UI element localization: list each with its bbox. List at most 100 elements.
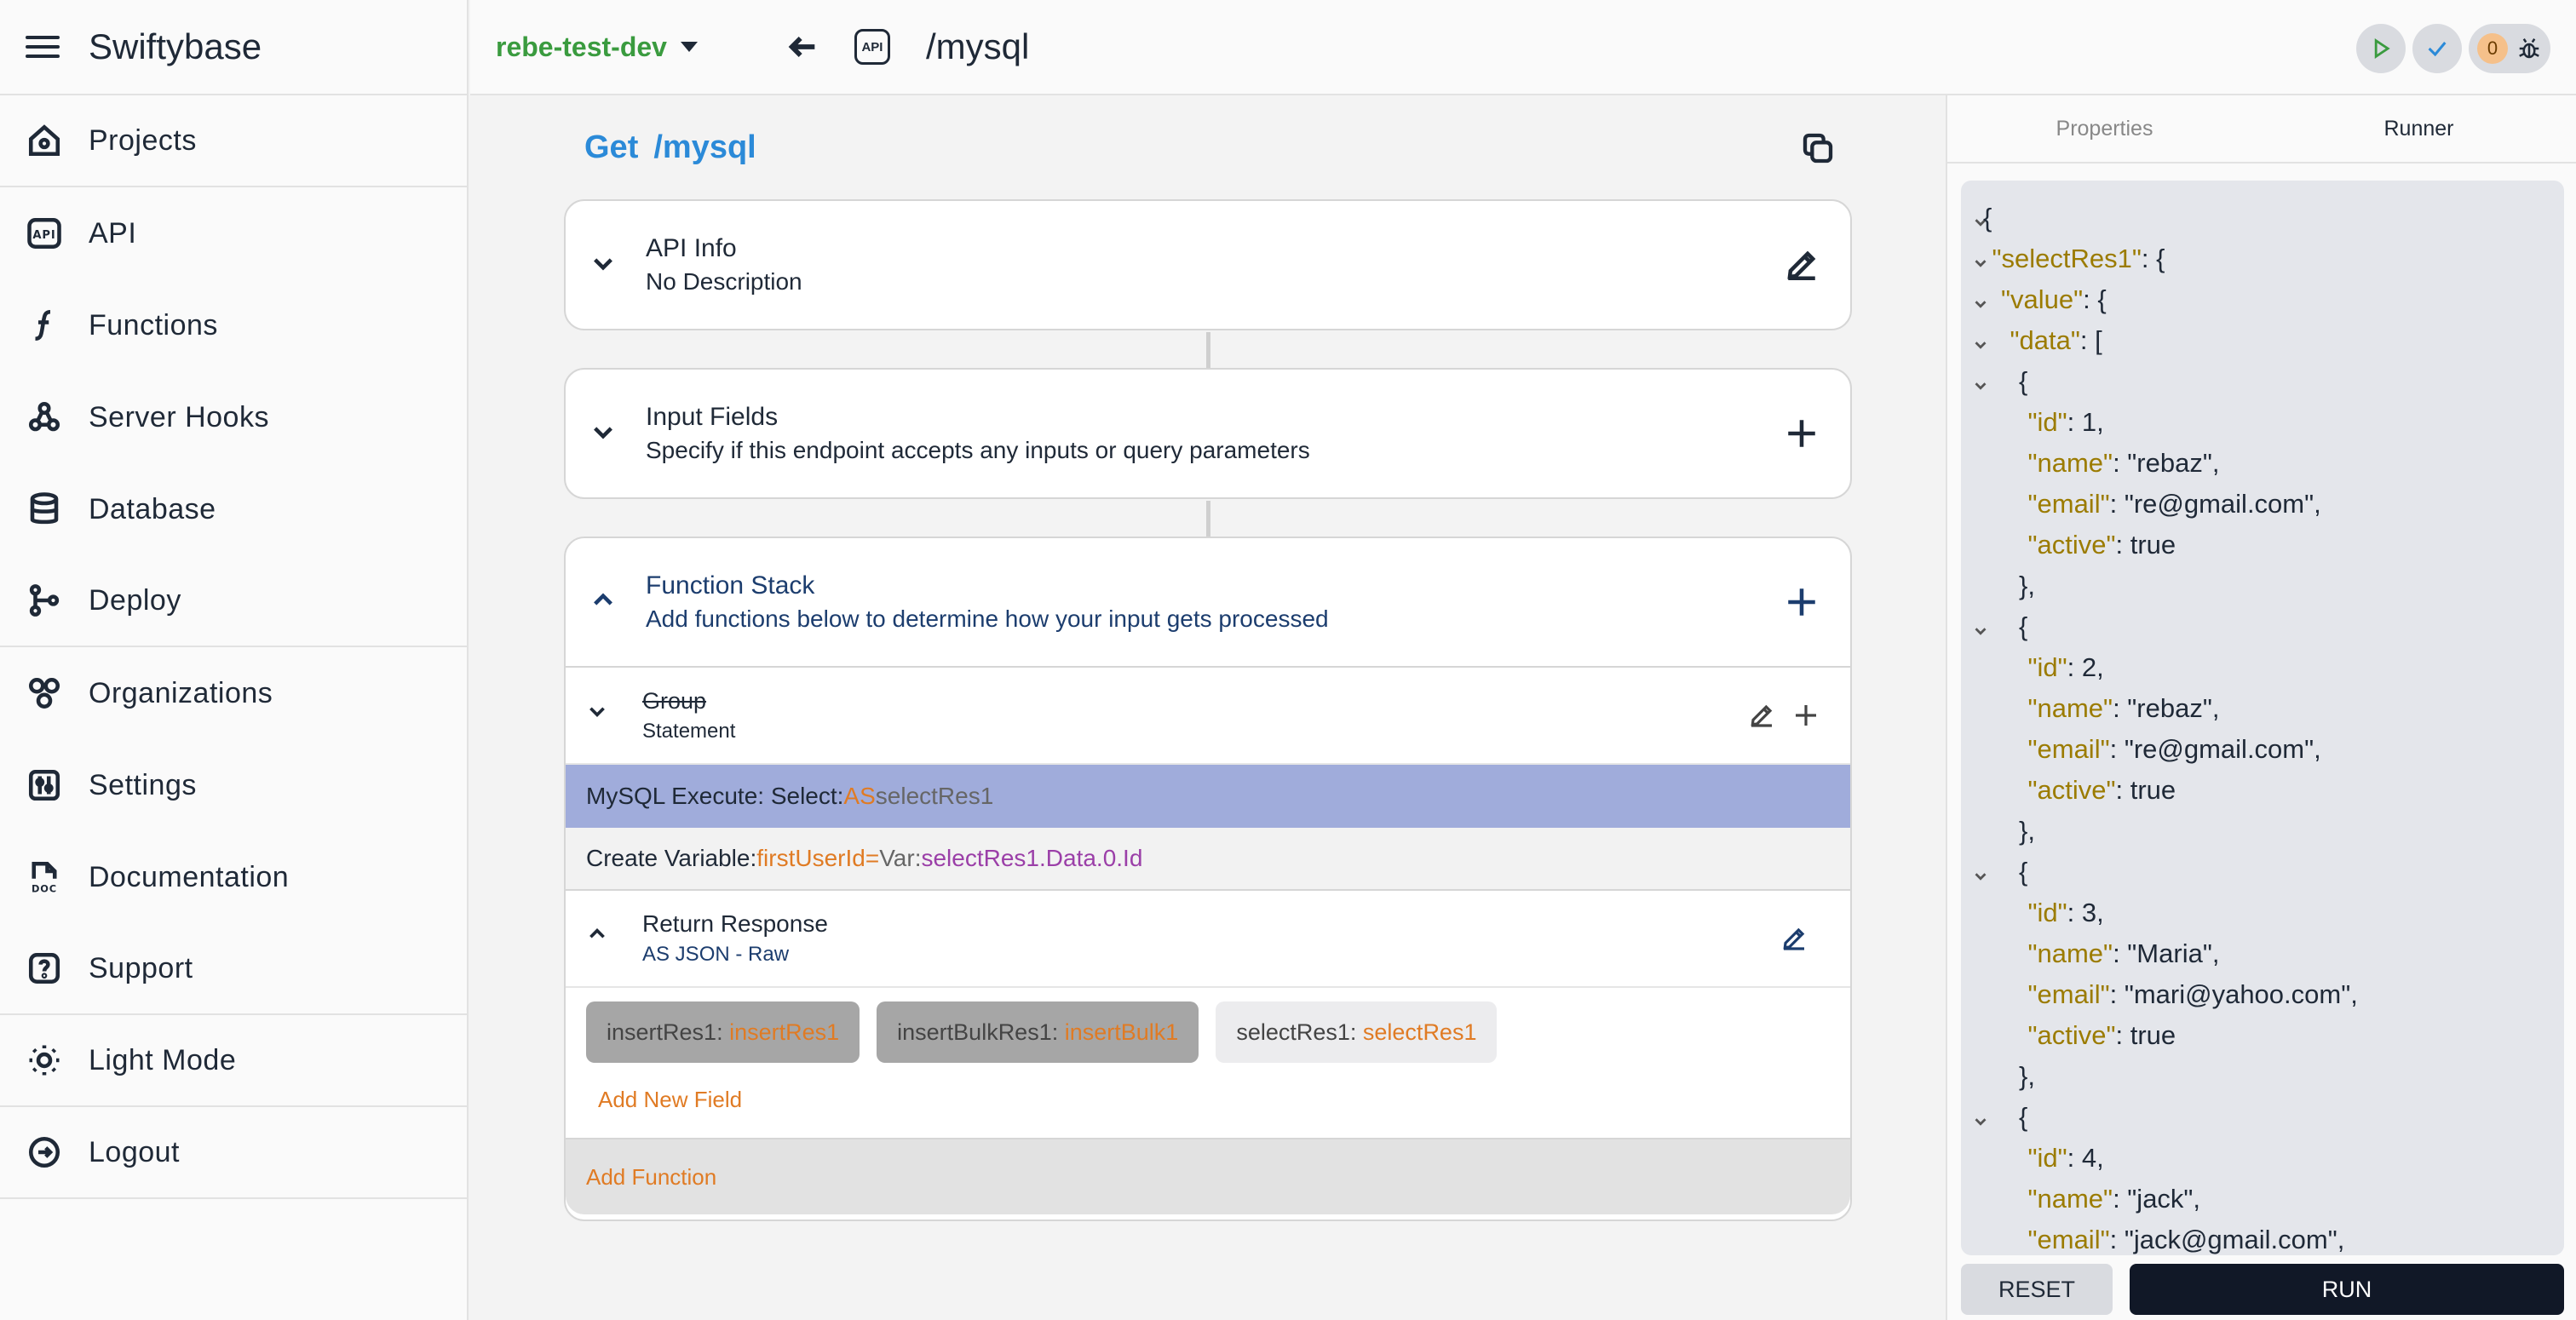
collapse-toggle-icon[interactable] [1971,371,1992,392]
mysql-as: AS [843,783,876,809]
environment-selector[interactable]: rebe-test-dev [496,32,698,63]
sidebar-item-database[interactable]: Database [0,463,467,555]
chevron-up-icon[interactable] [586,923,613,954]
app-title: Swiftybase [89,26,262,66]
mysql-result-name: selectRes1 [875,783,994,809]
logout-icon [26,1133,63,1171]
collapse-toggle-icon[interactable] [1971,330,1992,351]
mysql-execute-row[interactable]: MySQL Execute: Select: AS selectRes1 [566,765,1850,828]
input-fields-title: Input Fields [646,403,779,431]
variable-value: selectRes1.Data.0.Id [921,845,1143,871]
tab-runner[interactable]: Runner [2262,95,2576,162]
svg-text:DOC: DOC [32,883,57,895]
check-button[interactable] [2412,24,2462,73]
api-info-title: API Info [646,234,737,262]
json-line: "data": [ [1961,320,2564,361]
sidebar-item-server-hooks[interactable]: Server Hooks [0,371,467,463]
return-title: Return Response [642,910,828,937]
sidebar-item-projects[interactable]: Projects [0,95,467,187]
reset-button[interactable]: RESET [1961,1264,2113,1315]
endpoint-path: /mysql [925,26,1030,66]
collapse-toggle-icon[interactable] [1971,862,1992,882]
edit-pencil-icon[interactable] [1784,247,1820,283]
sidebar-item-light-mode[interactable]: Light Mode [0,1015,467,1107]
field-value: insertRes1 [729,1019,840,1045]
sidebar-item-label: Deploy [89,583,181,617]
function-stack-header[interactable]: Function Stack Add functions below to de… [566,538,1850,668]
response-field-chip[interactable]: insertRes1: insertRes1 [586,1001,860,1063]
hamburger-menu-icon[interactable] [26,30,60,64]
response-field-chip[interactable]: selectRes1: selectRes1 [1216,1001,1498,1063]
edit-pencil-icon[interactable] [1780,925,1808,952]
json-line: "name": "jack", [2027,1184,2201,1214]
sidebar-item-label: Documentation [89,860,290,893]
run-button[interactable]: RUN [2130,1264,2564,1315]
top-actions: 0 [2356,24,2550,73]
back-arrow-icon[interactable] [786,30,820,64]
collapse-toggle-icon[interactable] [1971,290,1992,310]
group-title: Group [642,687,707,714]
response-field-chip[interactable]: insertBulkRes1: insertBulk1 [877,1001,1199,1063]
json-line: "id": 4, [2027,1143,2104,1173]
field-value: insertBulk1 [1064,1019,1179,1045]
json-line: "selectRes1": { [1961,238,2564,279]
collapse-toggle-icon[interactable] [1971,617,1992,637]
json-line: "name": "rebaz", [2027,448,2220,478]
add-new-field-link[interactable]: Add New Field [566,1063,1850,1138]
function-stack-desc: Add functions below to determine how you… [646,605,1329,632]
sun-icon [26,1042,63,1079]
api-info-card[interactable]: API Info No Description [564,199,1852,330]
sidebar-item-logout[interactable]: Logout [0,1107,467,1199]
plus-icon[interactable] [1784,416,1820,451]
input-fields-desc: Specify if this endpoint accepts any inp… [646,437,1310,463]
sidebar-item-deploy[interactable]: Deploy [0,555,467,647]
collapse-toggle-icon[interactable] [1971,1107,1992,1128]
json-line: "email": "re@gmail.com", [2027,489,2321,519]
collapse-toggle-icon[interactable] [1971,249,1992,269]
panel-tabs: Properties Runner [1947,95,2576,164]
debug-button[interactable]: 0 [2469,24,2550,73]
json-line: "value": { [1961,279,2564,320]
sidebar-item-functions[interactable]: Functions [0,279,467,371]
json-line: "active": true [2027,530,2176,560]
json-line: { [1961,852,2564,892]
play-icon [2374,38,2390,59]
chevron-down-icon[interactable] [589,418,620,449]
database-icon [26,491,63,528]
edit-pencil-icon[interactable] [1748,702,1775,729]
sidebar-item-organizations[interactable]: Organizations [0,647,467,739]
plus-icon[interactable] [1792,702,1820,729]
sidebar-item-api[interactable]: API API [0,187,467,279]
group-statement-row[interactable]: Group Statement [566,668,1850,765]
return-response-row[interactable]: Return Response AS JSON - Raw [566,891,1850,988]
connector-line [1206,501,1210,537]
play-button[interactable] [2356,24,2406,73]
sidebar-item-label: Logout [89,1135,180,1168]
json-line: { [1961,198,2564,238]
json-line: }, [2019,571,2035,600]
top-bar: rebe-test-dev API /mysql 0 [470,0,2576,95]
sidebar-item-support[interactable]: Support [0,923,467,1015]
settings-icon [26,766,63,804]
json-output[interactable]: {"selectRes1": {"value": {"data": [{"id"… [1961,181,2564,1255]
http-method: Get [584,129,639,165]
environment-name: rebe-test-dev [496,31,667,62]
copy-icon[interactable] [1801,131,1835,165]
sidebar-item-settings[interactable]: Settings [0,739,467,831]
function-stack-title: Function Stack [646,571,815,600]
chevron-down-icon[interactable] [586,700,613,731]
plus-icon[interactable] [1784,584,1820,620]
sidebar-item-documentation[interactable]: DOC Documentation [0,831,467,923]
response-fields: insertRes1: insertRes1 insertBulkRes1: i… [566,988,1850,1063]
chevron-down-icon[interactable] [589,250,620,280]
variable-prefix: Create Variable: [586,845,757,871]
git-branch-icon [26,582,63,619]
chevron-up-icon[interactable] [589,587,620,617]
add-function-button[interactable]: Add Function [566,1138,1850,1214]
help-icon [26,950,63,987]
tab-properties[interactable]: Properties [1947,95,2262,162]
input-fields-card[interactable]: Input Fields Specify if this endpoint ac… [564,368,1852,499]
json-line: "active": true [2027,1020,2176,1050]
create-variable-row[interactable]: Create Variable: firstUserId = Var: sele… [566,828,1850,891]
json-line: "email": "re@gmail.com", [2027,734,2321,764]
